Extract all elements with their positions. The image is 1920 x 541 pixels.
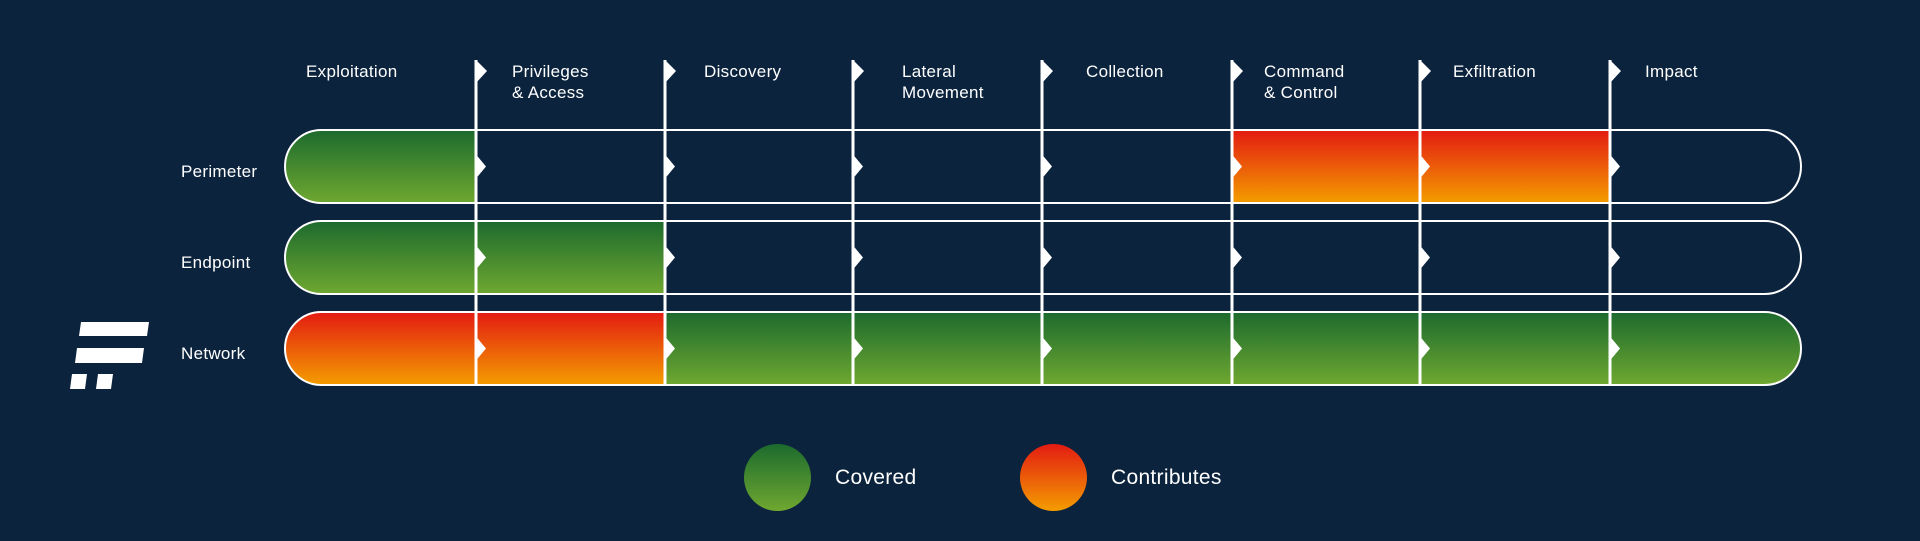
cell-endpoint-3-none <box>853 221 1042 294</box>
brand-logo-icon <box>70 322 149 389</box>
cell-network-5-covered <box>1232 312 1420 385</box>
cell-network-6-covered <box>1420 312 1610 385</box>
cell-perimeter-3-none <box>853 130 1042 203</box>
cell-perimeter-1-none <box>476 130 665 203</box>
stage-divider <box>851 60 855 385</box>
cell-perimeter-5-contributes <box>1232 130 1420 203</box>
stage-header: Collection <box>1086 62 1164 81</box>
cell-perimeter-6-contributes <box>1420 130 1610 203</box>
stage-header: Exfiltration <box>1453 62 1536 81</box>
legend-contributes-label: Contributes <box>1111 465 1222 489</box>
stage-flag-icon <box>665 60 676 83</box>
stage-header: Privileges & Access <box>512 62 589 102</box>
stage-divider <box>474 60 478 385</box>
cell-endpoint-1-covered <box>476 221 665 294</box>
stage-flag-icon <box>1042 60 1053 83</box>
stage-flag-icon <box>1232 60 1243 83</box>
stage-flag-icon <box>476 60 487 83</box>
stage-header: Lateral Movement <box>902 62 984 102</box>
legend-covered: Covered <box>744 444 916 511</box>
stage-flag-icon <box>853 60 864 83</box>
cell-perimeter-7-none <box>1610 130 1801 203</box>
legend-covered-swatch <box>744 444 811 511</box>
legend-contributes-swatch <box>1020 444 1087 511</box>
row-label-endpoint: Endpoint <box>181 252 251 272</box>
stage-header: Command & Control <box>1264 62 1345 102</box>
stage-header: Exploitation <box>306 62 398 81</box>
cell-endpoint-4-none <box>1042 221 1232 294</box>
legend-covered-label: Covered <box>835 465 917 489</box>
cell-network-3-covered <box>853 312 1042 385</box>
stage-header: Impact <box>1645 62 1698 81</box>
cell-perimeter-2-none <box>665 130 853 203</box>
cell-perimeter-4-none <box>1042 130 1232 203</box>
stage-divider <box>663 60 667 385</box>
stage-divider <box>1418 60 1422 385</box>
row-label-network: Network <box>181 343 246 363</box>
cell-network-2-covered <box>665 312 853 385</box>
cell-network-7-covered <box>1610 312 1801 385</box>
stage-divider <box>1230 60 1234 385</box>
cell-endpoint-7-none <box>1610 221 1801 294</box>
cell-network-1-contributes <box>476 312 665 385</box>
legend-contributes: Contributes <box>1020 444 1222 511</box>
stage-header: Discovery <box>704 62 782 81</box>
cell-endpoint-2-none <box>665 221 853 294</box>
cell-perimeter-0-covered <box>285 130 476 203</box>
stage-flag-icon <box>1610 60 1621 83</box>
stage-flag-icon <box>1420 60 1431 83</box>
stage-divider <box>1040 60 1044 385</box>
cell-endpoint-6-none <box>1420 221 1610 294</box>
cell-network-0-contributes <box>285 312 476 385</box>
cell-endpoint-0-covered <box>285 221 476 294</box>
stage-divider <box>1608 60 1612 385</box>
coverage-diagram: Exploitation Privileges & Access Discovery… <box>0 0 1920 541</box>
cell-endpoint-5-none <box>1232 221 1420 294</box>
row-label-perimeter: Perimeter <box>181 161 258 181</box>
cell-network-4-covered <box>1042 312 1232 385</box>
